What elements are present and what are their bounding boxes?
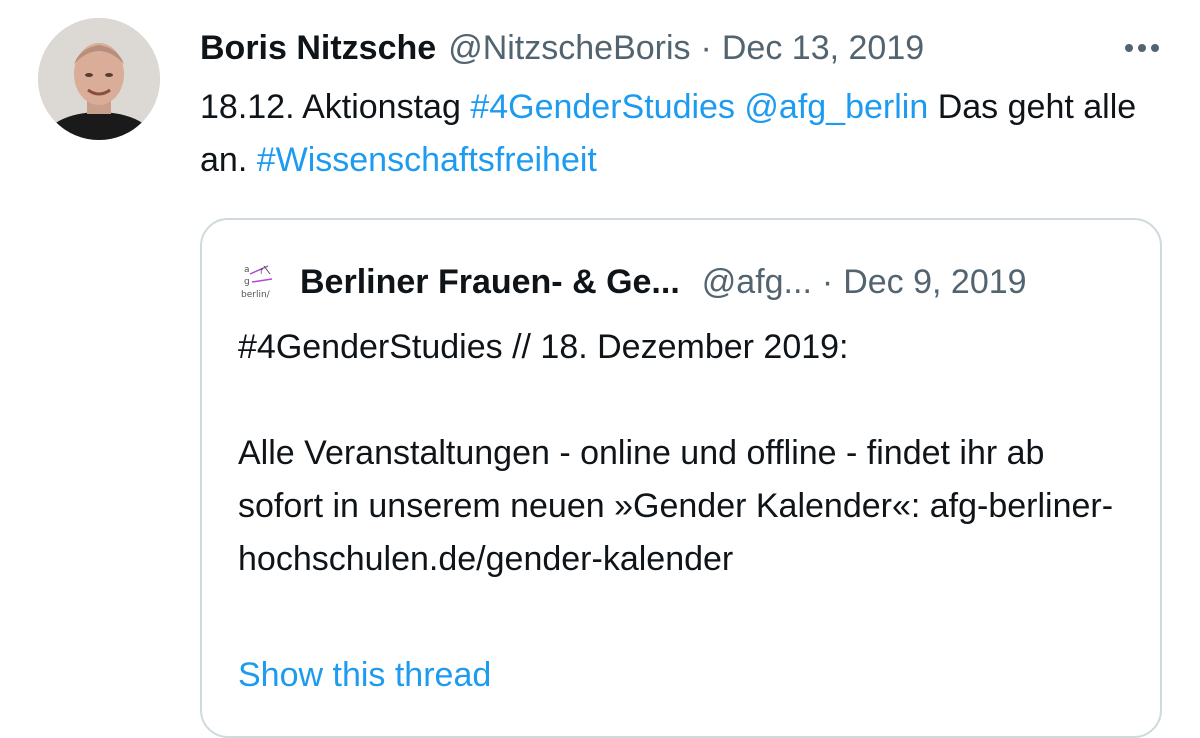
svg-text:g: g — [244, 277, 250, 287]
quoted-author-avatar[interactable]: a f g berlin/ — [238, 260, 282, 304]
quoted-tweet[interactable]: a f g berlin/ Berliner Frauen- & Ge... @… — [200, 218, 1162, 738]
quoted-author-display-name[interactable]: Berliner Frauen- & Ge... — [300, 263, 680, 302]
more-icon — [1125, 44, 1159, 52]
quoted-tweet-date[interactable]: Dec 9, 2019 — [843, 263, 1026, 302]
tweet-text-part: 18.12. Aktionstag — [200, 88, 471, 126]
quoted-text-paragraph: Alle Veranstaltungen - online und offlin… — [238, 434, 1114, 578]
author-display-name[interactable]: Boris Nitzsche — [200, 24, 436, 72]
afg-logo-icon: a f g berlin/ — [238, 260, 282, 304]
quoted-text-line: #4GenderStudies // 18. Dezember 2019: — [238, 328, 849, 366]
svg-text:f: f — [260, 267, 263, 276]
quoted-author-handle[interactable]: @afg... — [702, 263, 812, 302]
profile-photo-icon — [38, 18, 160, 140]
tweet-text: 18.12. Aktionstag #4GenderStudies @afg_b… — [200, 81, 1160, 187]
mention-afg-berlin[interactable]: @afg_berlin — [744, 88, 928, 126]
tweet-date[interactable]: Dec 13, 2019 — [722, 24, 924, 72]
quoted-tweet-text: #4GenderStudies // 18. Dezember 2019: Al… — [238, 321, 1128, 586]
more-button[interactable] — [1118, 30, 1166, 66]
tweet[interactable]: Boris Nitzsche @NitzscheBoris · Dec 13, … — [0, 0, 1200, 738]
tweet-text-space — [735, 88, 744, 126]
quoted-tweet-header: a f g berlin/ Berliner Frauen- & Ge... @… — [238, 256, 1027, 308]
quoted-text-spacer — [238, 374, 1128, 427]
svg-text:berlin/: berlin/ — [241, 290, 271, 300]
author-avatar[interactable] — [38, 18, 160, 140]
header-separator: · — [700, 29, 712, 67]
quoted-header-separator: · — [821, 262, 834, 301]
show-thread-link[interactable]: Show this thread — [238, 649, 491, 702]
hashtag-4genderstudies[interactable]: #4GenderStudies — [470, 88, 735, 126]
tweet-header: Boris Nitzsche @NitzscheBoris · Dec 13, … — [200, 24, 924, 72]
svg-text:a: a — [244, 265, 250, 275]
hashtag-wissenschaftsfreiheit[interactable]: #Wissenschaftsfreiheit — [257, 141, 597, 179]
author-handle[interactable]: @NitzscheBoris — [448, 24, 690, 72]
